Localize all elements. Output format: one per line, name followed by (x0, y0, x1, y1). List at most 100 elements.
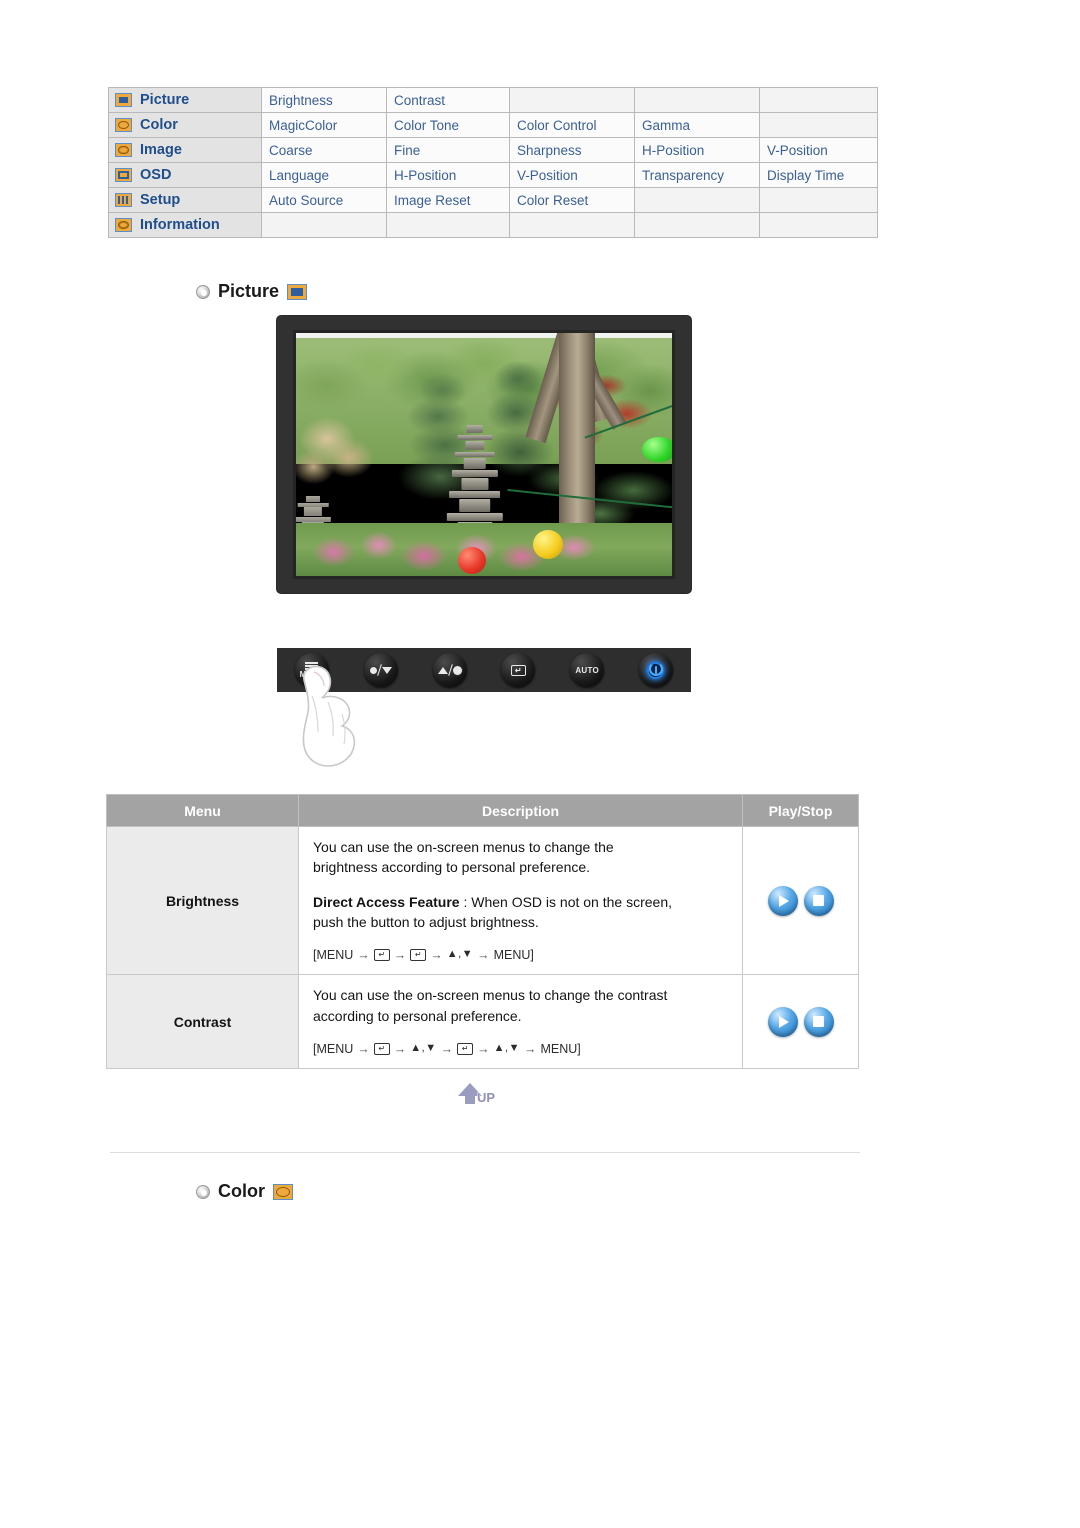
menu-button[interactable]: MENU (295, 653, 329, 687)
menu-category-label: Information (140, 217, 220, 233)
table-row: Information (109, 213, 877, 237)
menu-category-picture[interactable]: Picture (109, 88, 261, 112)
monitor-bezel (277, 316, 691, 593)
enter-icon: ↵ (510, 664, 526, 676)
menu-name-brightness: Brightness (106, 825, 299, 976)
menu-item[interactable]: Color Reset (510, 188, 634, 212)
stop-icon[interactable] (803, 885, 834, 916)
menu-category-color[interactable]: Color (109, 113, 261, 137)
monitor-button-bar: MENU ↵ AUTO (277, 648, 691, 692)
direct-access-line: Direct Access Feature : When OSD is not … (313, 892, 730, 912)
description-contrast: You can use the on-screen menus to chang… (298, 974, 743, 1070)
enter-icon: ↵ (457, 1042, 474, 1055)
menu-category-label: Image (140, 142, 182, 158)
direct-access-line2: push the button to adjust brightness. (313, 913, 539, 930)
menu-item-empty (760, 88, 877, 112)
menu-item[interactable]: H-Position (387, 163, 509, 187)
table-row: Brightness You can use the on-screen men… (106, 825, 859, 976)
flower-bed (296, 522, 672, 576)
menu-item[interactable]: Auto Source (262, 188, 386, 212)
up-arrow-stem (465, 1095, 475, 1104)
brightness-up-button[interactable] (432, 653, 467, 687)
menu-item[interactable]: Sharpness (510, 138, 634, 162)
menu-item[interactable]: Language (262, 163, 386, 187)
menu-item-empty (760, 213, 877, 237)
playstop-brightness (742, 825, 859, 976)
menu-description-table: Menu Description Play/Stop Brightness Yo… (106, 794, 859, 1070)
column-header-description: Description (298, 794, 743, 827)
playstop-contrast (742, 974, 859, 1070)
chevron-down-icon (369, 664, 392, 676)
play-icon[interactable] (767, 885, 798, 916)
information-icon (115, 218, 132, 232)
menu-button-label: MENU (299, 669, 325, 679)
auto-button[interactable]: AUTO (570, 653, 605, 687)
column-header-playstop: Play/Stop (742, 794, 859, 827)
menu-item[interactable]: Transparency (635, 163, 759, 187)
picture-icon (115, 93, 132, 107)
menu-item[interactable]: Fine (387, 138, 509, 162)
menu-category-information[interactable]: Information (109, 213, 261, 237)
menu-category-setup[interactable]: Setup (109, 188, 261, 212)
updown-icon: ▲,▼ (410, 1042, 437, 1054)
key-sequence-contrast: [MENU → ↵ → ▲,▼ → ↵ → ▲,▼ → MENU] (313, 1041, 581, 1056)
menu-item[interactable]: V-Position (760, 138, 877, 162)
scroll-up-button[interactable]: UP (458, 1080, 516, 1114)
description-line: You can use the on-screen menus to chang… (313, 987, 668, 1004)
menu-item-empty (387, 213, 509, 237)
menu-item[interactable]: Gamma (635, 113, 759, 137)
direct-access-label: Direct Access Feature (313, 893, 460, 910)
menu-category-label: Picture (140, 92, 190, 108)
menu-category-image[interactable]: Image (109, 138, 261, 162)
stop-icon[interactable] (803, 1006, 834, 1037)
menu-item[interactable]: Contrast (387, 88, 509, 112)
menu-category-label: OSD (140, 167, 172, 183)
menu-item[interactable]: MagicColor (262, 113, 386, 137)
up-button-label: UP (476, 1090, 496, 1106)
menu-item[interactable]: Coarse (262, 138, 386, 162)
menu-item-empty (510, 213, 634, 237)
enter-button[interactable]: ↵ (501, 653, 536, 687)
color-icon (115, 118, 132, 132)
table-row: Picture Brightness Contrast (109, 88, 877, 112)
menu-item[interactable]: Color Tone (387, 113, 509, 137)
menu-item[interactable]: Image Reset (387, 188, 509, 212)
play-icon[interactable] (767, 1006, 798, 1037)
menu-item[interactable]: V-Position (510, 163, 634, 187)
description-brightness: You can use the on-screen menus to chang… (298, 825, 743, 976)
red-lantern (457, 546, 486, 574)
power-button[interactable] (638, 653, 673, 687)
table-row: Contrast You can use the on-screen menus… (106, 974, 859, 1070)
menu-category-label: Setup (140, 192, 181, 208)
down-button[interactable] (363, 653, 398, 687)
section-heading-picture: Picture (196, 281, 308, 302)
picture-icon (287, 283, 308, 300)
column-header-menu: Menu (106, 794, 299, 827)
enter-icon: ↵ (410, 949, 427, 962)
menu-icon: MENU (299, 661, 325, 679)
page-title: Picture (218, 281, 280, 301)
image-icon (115, 143, 132, 157)
yellow-lantern (532, 529, 563, 559)
power-icon (647, 661, 665, 679)
setup-icon (115, 193, 132, 207)
monitor-screen (293, 330, 675, 579)
bullet-icon (196, 1184, 210, 1199)
updown-icon: ▲,▼ (493, 1042, 520, 1054)
menu-item-empty (635, 188, 759, 212)
menu-item-empty (760, 113, 877, 137)
table-row: Setup Auto Source Image Reset Color Rese… (109, 188, 877, 212)
osd-menu-map-table: Picture Brightness Contrast Color MagicC… (108, 87, 878, 238)
menu-item[interactable]: Color Control (510, 113, 634, 137)
enter-icon: ↵ (373, 1042, 390, 1055)
menu-item[interactable]: H-Position (635, 138, 759, 162)
page-title: Color (218, 1181, 265, 1201)
direct-access-text: : When OSD is not on the screen, (459, 893, 672, 910)
table-row: Color MagicColor Color Tone Color Contro… (109, 113, 877, 137)
bullet-icon (196, 284, 210, 299)
menu-item[interactable]: Display Time (760, 163, 877, 187)
menu-item[interactable]: Brightness (262, 88, 386, 112)
brightness-up-icon (437, 664, 462, 676)
menu-category-osd[interactable]: OSD (109, 163, 261, 187)
table-row: OSD Language H-Position V-Position Trans… (109, 163, 877, 187)
